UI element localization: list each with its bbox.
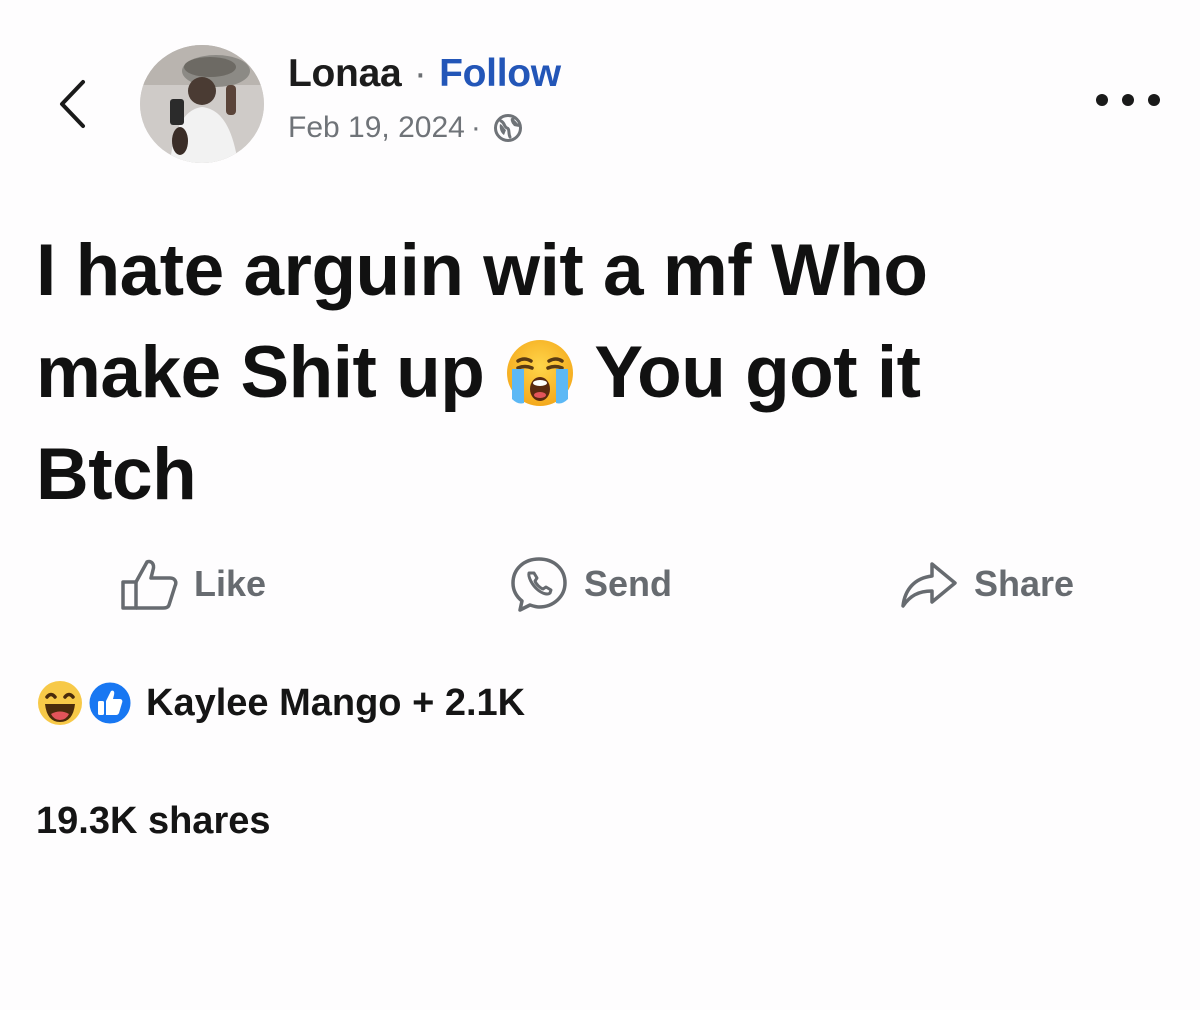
post-date[interactable]: Feb 19, 2024 bbox=[288, 111, 465, 145]
more-options-button[interactable] bbox=[1096, 84, 1160, 116]
loudly-crying-face-emoji bbox=[504, 334, 576, 406]
share-button[interactable]: Share bbox=[898, 554, 1074, 614]
author-avatar[interactable] bbox=[140, 45, 264, 163]
like-button[interactable]: Like bbox=[118, 554, 266, 614]
send-button[interactable]: Send bbox=[508, 554, 672, 614]
send-label: Send bbox=[584, 563, 673, 604]
meta-separator: · bbox=[470, 111, 481, 144]
reactions-summary[interactable]: Kaylee Mango + 2.1K bbox=[36, 678, 525, 728]
more-dot bbox=[1096, 94, 1108, 106]
follow-button[interactable]: Follow bbox=[439, 52, 561, 95]
post-line-segment: You got it bbox=[594, 332, 921, 413]
post-line-segment: make Shit up bbox=[36, 332, 485, 413]
avatar-photo bbox=[140, 45, 264, 163]
facebook-post-view: Lonaa · Follow Feb 19, 2024 · I hate arg… bbox=[0, 0, 1200, 1010]
thumbs-up-icon bbox=[121, 559, 178, 610]
more-dot bbox=[1122, 94, 1134, 106]
more-dot bbox=[1148, 94, 1160, 106]
messenger-icon bbox=[511, 557, 567, 612]
author-line: Lonaa · Follow bbox=[288, 52, 561, 96]
like-label: Like bbox=[194, 563, 267, 604]
reaction-icons bbox=[36, 679, 136, 727]
post-line: Btch bbox=[36, 434, 197, 515]
globe-icon bbox=[493, 113, 523, 143]
post-meta: Feb 19, 2024 · bbox=[288, 111, 523, 145]
author-name[interactable]: Lonaa bbox=[288, 52, 402, 95]
like-reaction-icon bbox=[86, 679, 134, 727]
back-button[interactable] bbox=[52, 76, 92, 132]
shares-count[interactable]: 19.3K shares bbox=[36, 800, 271, 843]
post-text: I hate arguin wit a mf Who make Shit up bbox=[36, 220, 1146, 526]
separator-dot: · bbox=[413, 52, 427, 95]
share-arrow-icon bbox=[901, 562, 957, 608]
chevron-left-icon bbox=[60, 80, 85, 128]
haha-icon bbox=[38, 681, 82, 725]
share-label: Share bbox=[974, 563, 1075, 604]
reaction-summary-text: Kaylee Mango + 2.1K bbox=[146, 681, 526, 724]
post-line: I hate arguin wit a mf Who bbox=[36, 230, 928, 311]
post-line: make Shit up You got it bbox=[36, 322, 1146, 424]
action-bar: Like Send Share bbox=[0, 554, 1200, 614]
